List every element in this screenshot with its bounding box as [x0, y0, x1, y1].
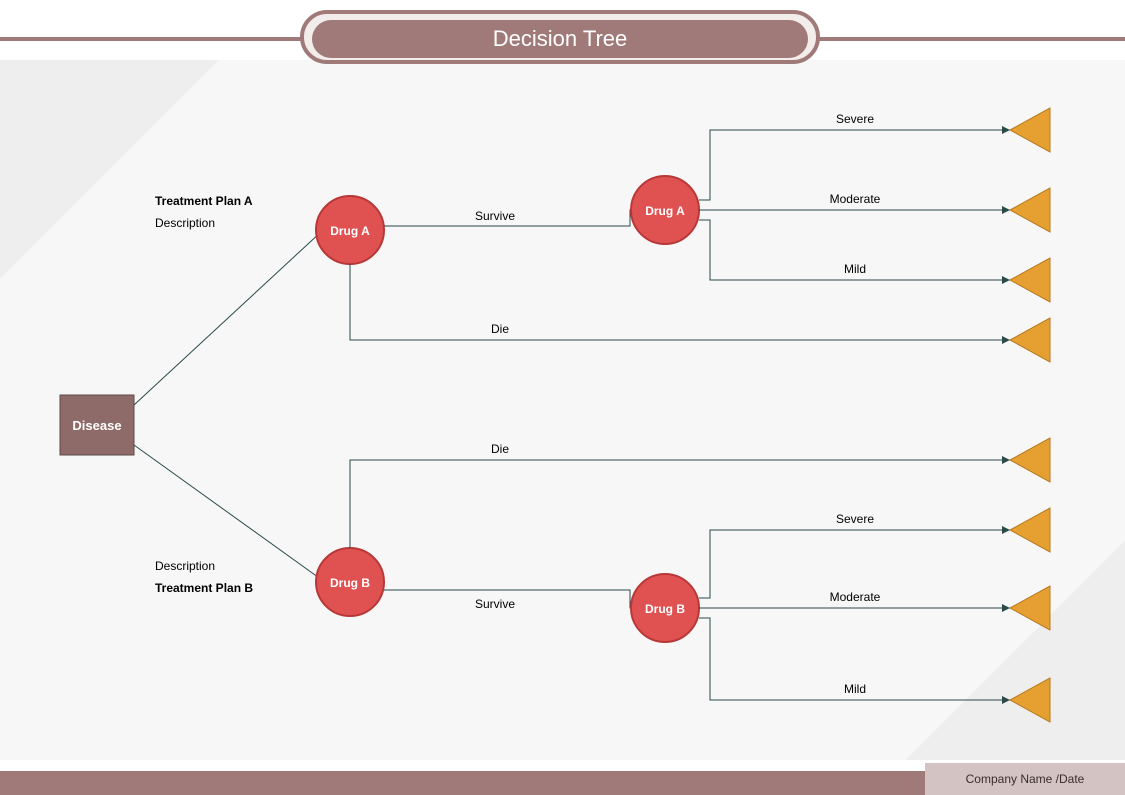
node-drug-a1-label: Drug A: [330, 224, 370, 238]
node-drug-b2-label: Drug B: [645, 602, 685, 616]
label-a-mild: Mild: [844, 262, 866, 276]
plan-b-label: Treatment Plan B: [155, 581, 253, 595]
label-a-moderate: Moderate: [830, 192, 881, 206]
decision-tree-svg: Disease Treatment Plan A Description Des…: [0, 0, 1125, 795]
triangle-icon: [1010, 108, 1050, 152]
label-a-die: Die: [491, 322, 509, 336]
label-b-mild: Mild: [844, 682, 866, 696]
footer-label: Company Name /Date: [925, 763, 1125, 795]
node-drug-b1-label: Drug B: [330, 576, 370, 590]
edge-a-severe: [699, 130, 1010, 200]
triangle-icon: [1010, 188, 1050, 232]
edge-root-a: [134, 231, 322, 405]
node-drug-a2-label: Drug A: [645, 204, 685, 218]
arrowheads: [1002, 126, 1010, 704]
triangle-icon: [1010, 318, 1050, 362]
triangle-icon: [1010, 678, 1050, 722]
label-b-survive: Survive: [475, 597, 515, 611]
triangle-icon: [1010, 258, 1050, 302]
root-label: Disease: [72, 418, 121, 433]
triangle-icon: [1010, 438, 1050, 482]
label-b-severe: Severe: [836, 512, 874, 526]
label-a-survive: Survive: [475, 209, 515, 223]
label-b-die: Die: [491, 442, 509, 456]
plan-a-desc: Description: [155, 216, 215, 230]
triangle-icon: [1010, 586, 1050, 630]
label-b-moderate: Moderate: [830, 590, 881, 604]
edge-a-die: [350, 264, 1010, 340]
label-a-severe: Severe: [836, 112, 874, 126]
plan-b-desc: Description: [155, 559, 215, 573]
edge-b-die: [350, 460, 1010, 548]
diagram-canvas: Decision Tree Disease Treatment Plan A D…: [0, 0, 1125, 795]
terminal-triangles: [1010, 108, 1050, 722]
edge-b-severe: [699, 530, 1010, 598]
plan-a-label: Treatment Plan A: [155, 194, 253, 208]
triangle-icon: [1010, 508, 1050, 552]
